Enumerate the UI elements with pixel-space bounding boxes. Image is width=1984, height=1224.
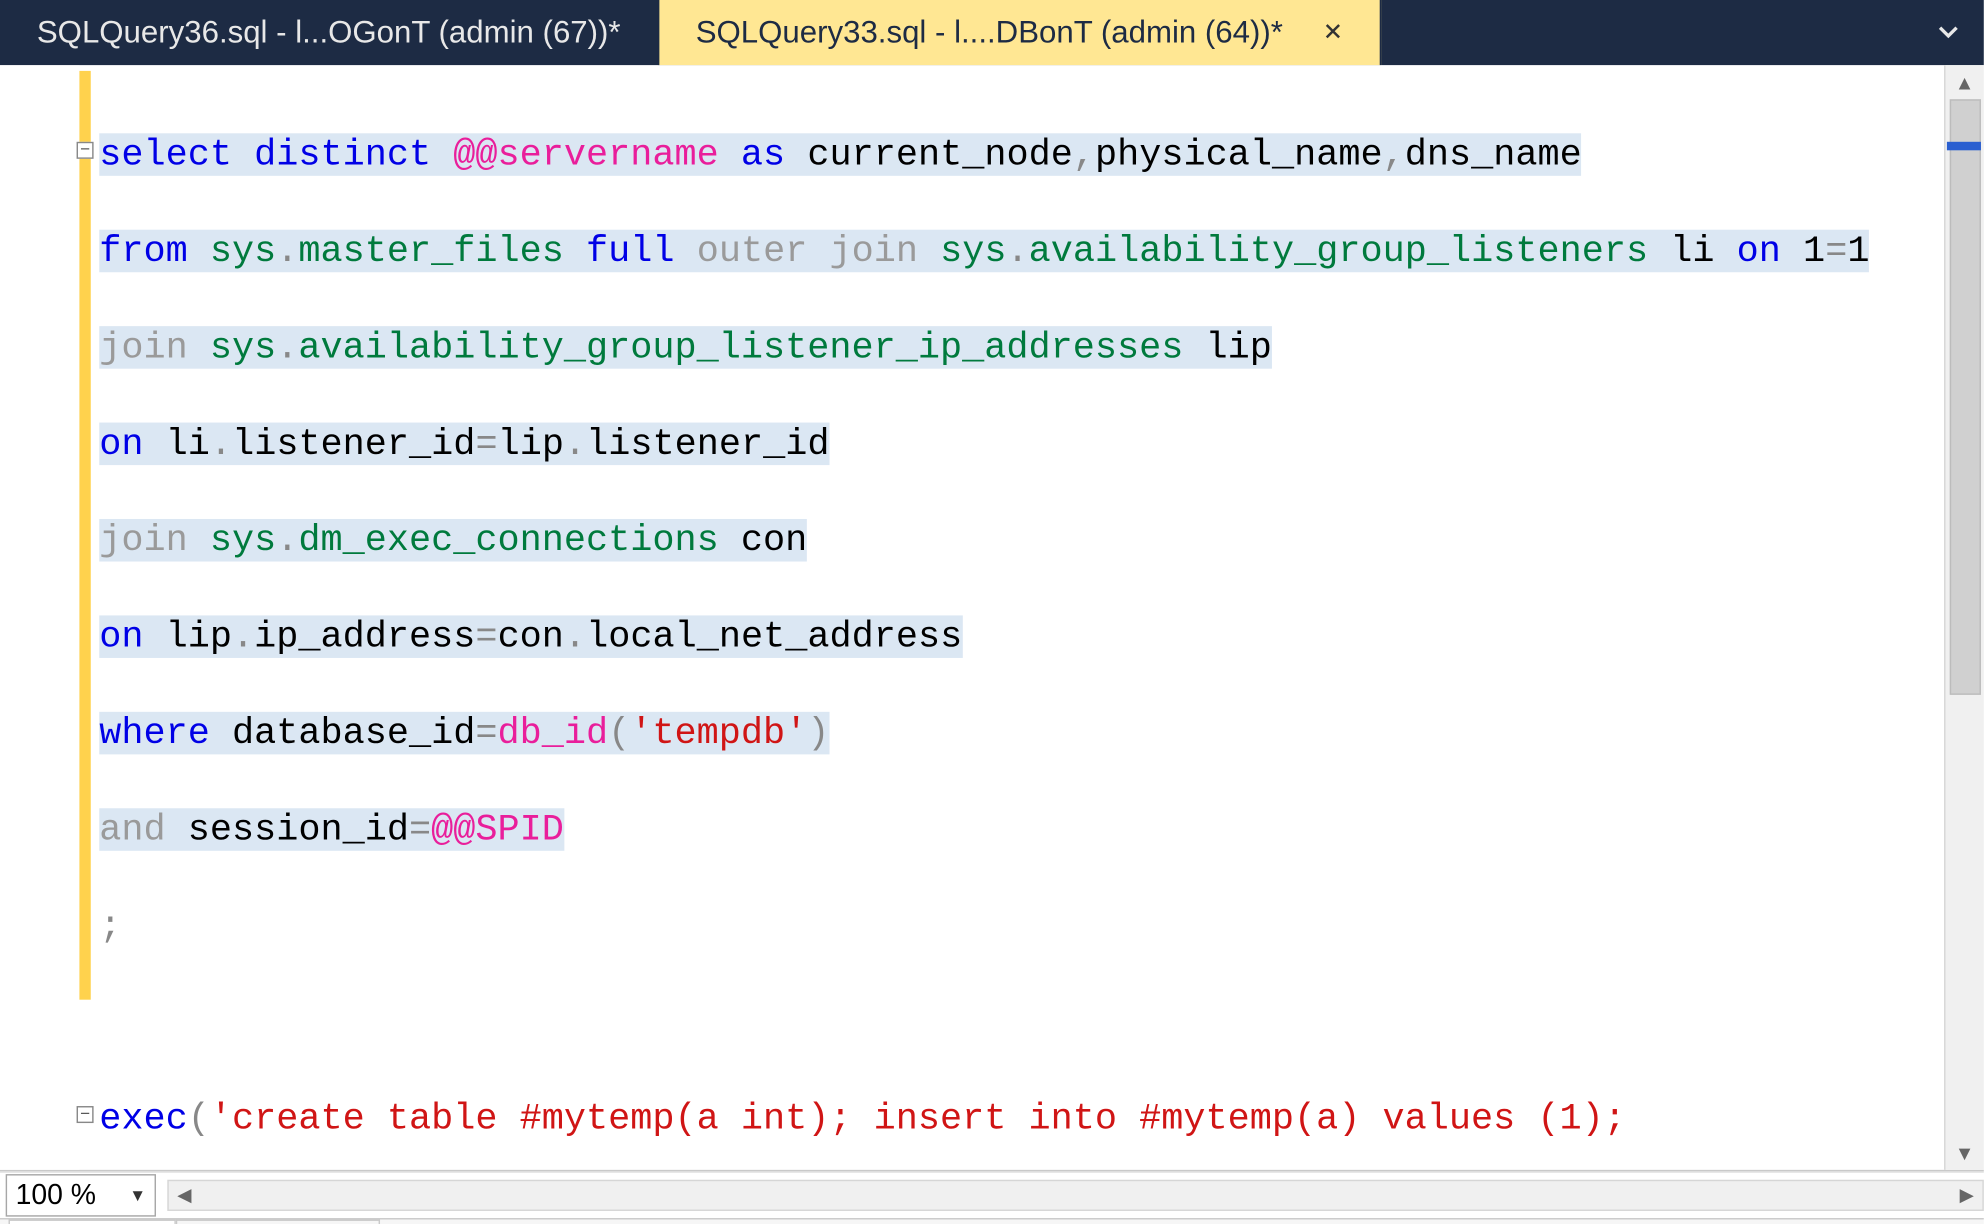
results-tab-bar: Results Messages	[0, 1219, 1984, 1224]
scroll-right-icon[interactable]: ▶	[1951, 1184, 1982, 1207]
fold-toggle[interactable]: −	[77, 142, 94, 159]
zoom-selector[interactable]: 100 % ▼	[6, 1174, 156, 1217]
tab-label: SQLQuery33.sql - l....DBonT (admin (64))…	[696, 14, 1283, 51]
tab-label: SQLQuery36.sql - l...OGonT (admin (67))*	[37, 14, 621, 51]
change-indicator	[79, 71, 90, 1000]
sql-editor: −select distinct @@servername as current…	[0, 65, 1984, 1171]
scroll-down-icon[interactable]: ▼	[1945, 1136, 1983, 1170]
tab-overflow-menu[interactable]	[1927, 0, 1970, 65]
editor-footer: 100 % ▼ ◀ ▶	[0, 1171, 1984, 1219]
horizontal-scrollbar[interactable]: ◀ ▶	[167, 1180, 1983, 1211]
code-area[interactable]: −select distinct @@servername as current…	[91, 65, 1944, 1170]
tab-messages[interactable]: Messages	[176, 1219, 380, 1224]
zoom-value: 100 %	[16, 1179, 96, 1212]
scroll-up-icon[interactable]: ▲	[1945, 65, 1983, 99]
tab-results[interactable]: Results	[9, 1219, 176, 1224]
tab-sqlquery36[interactable]: SQLQuery36.sql - l...OGonT (admin (67))*	[0, 0, 659, 65]
scroll-left-icon[interactable]: ◀	[169, 1184, 200, 1207]
scroll-thumb[interactable]	[1950, 99, 1981, 695]
document-tab-bar: SQLQuery36.sql - l...OGonT (admin (67))*…	[0, 0, 1984, 65]
editor-gutter	[0, 65, 79, 1170]
scroll-marker	[1947, 142, 1981, 151]
fold-toggle[interactable]: −	[77, 1106, 94, 1123]
close-icon[interactable]	[1323, 18, 1343, 48]
vertical-scrollbar[interactable]: ▲ ▼	[1944, 65, 1984, 1170]
chevron-down-icon: ▼	[129, 1185, 146, 1205]
tab-sqlquery33[interactable]: SQLQuery33.sql - l....DBonT (admin (64))…	[659, 0, 1381, 65]
